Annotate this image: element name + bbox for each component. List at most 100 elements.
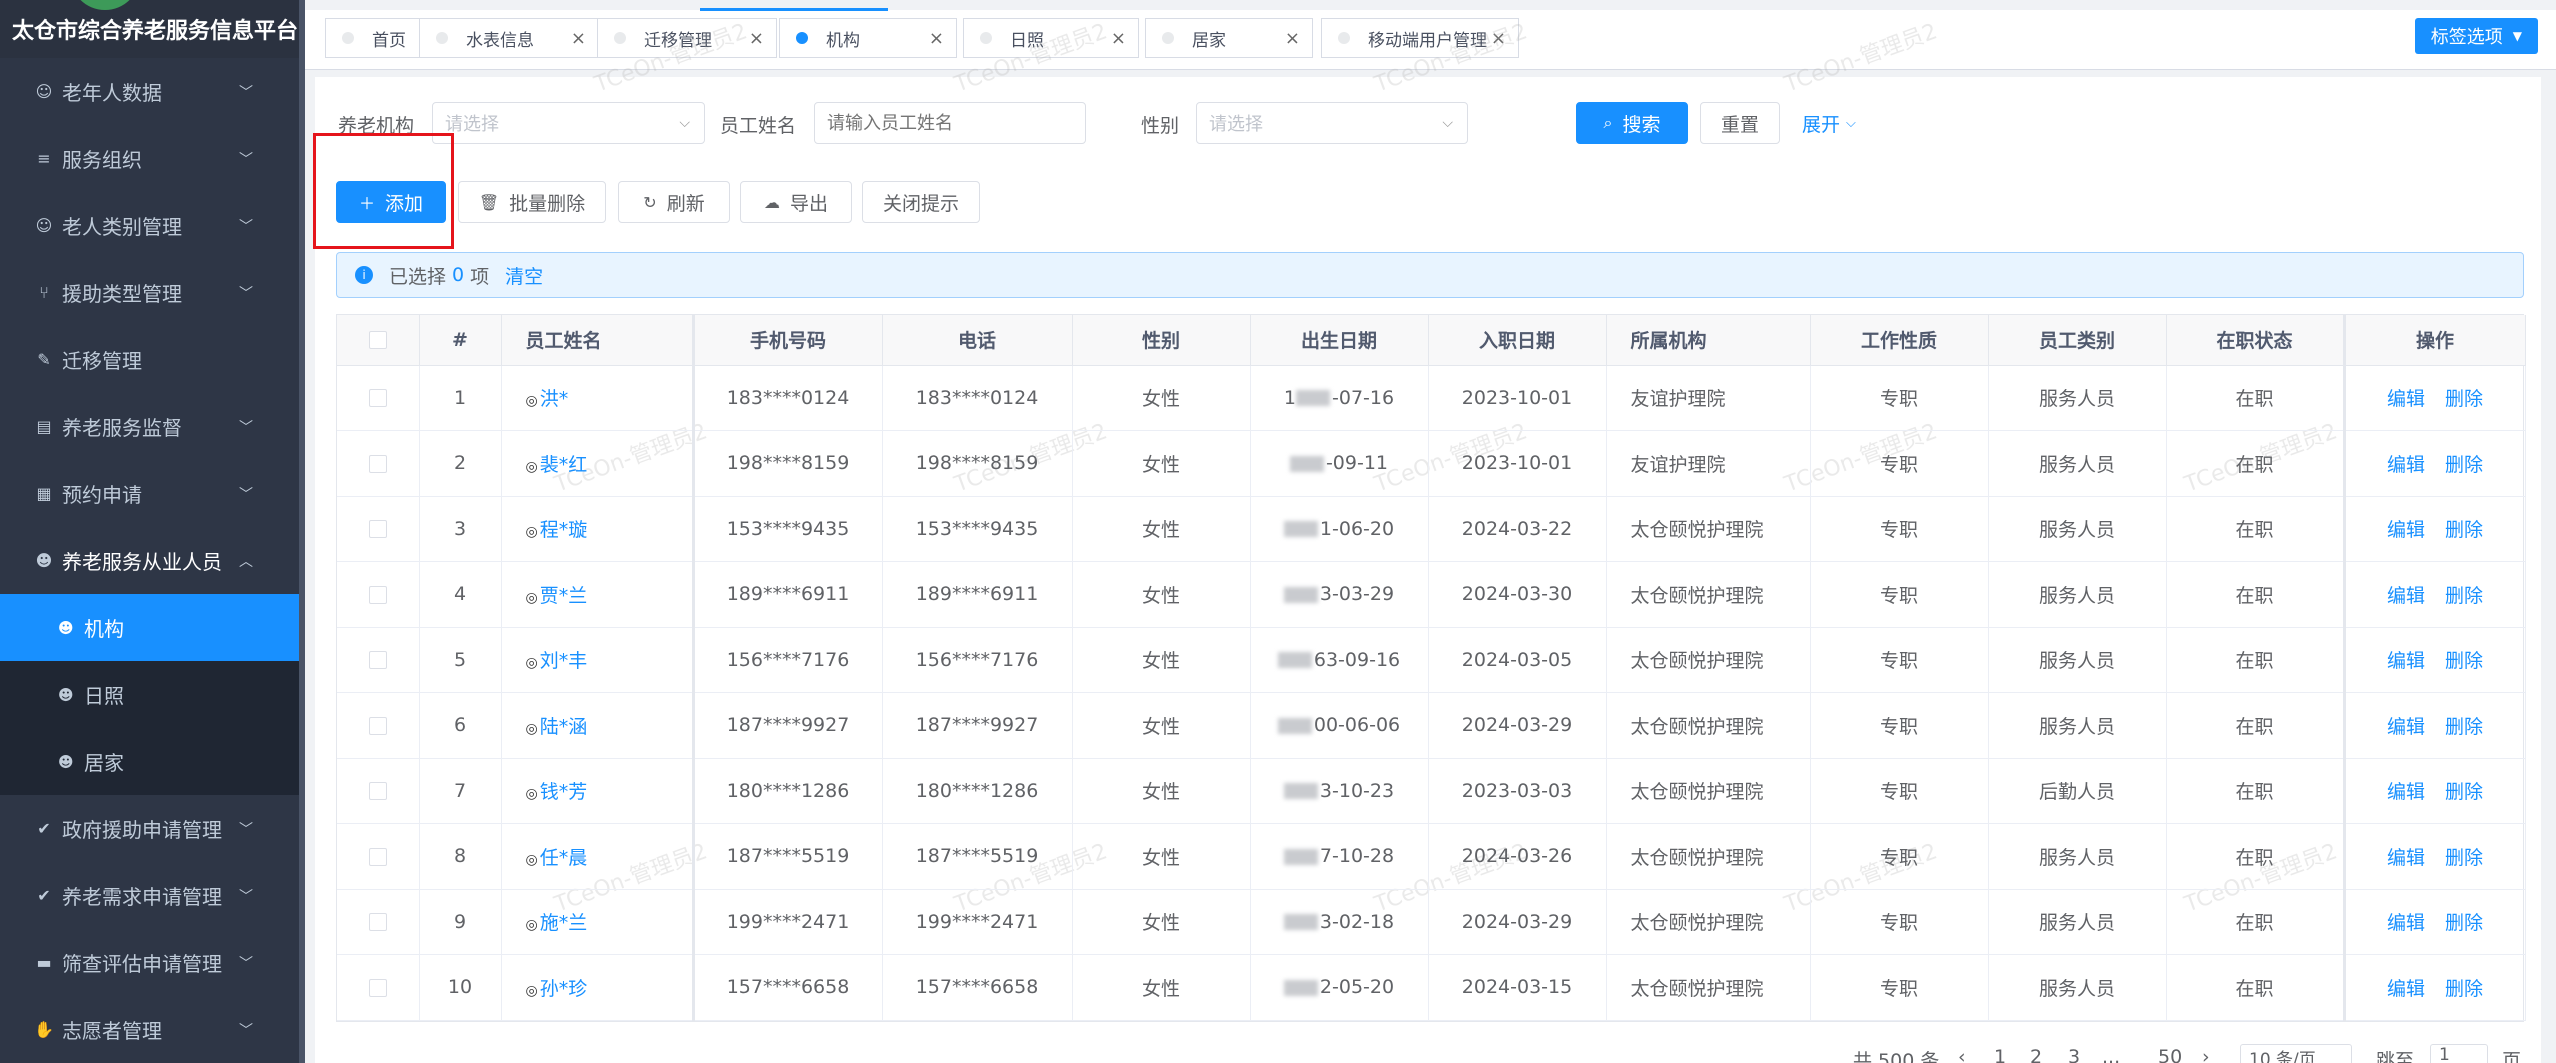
row-checkbox[interactable] [368, 913, 387, 932]
eye-off-icon[interactable]: ◎ [526, 917, 538, 933]
gender-select[interactable]: 请选择 ⌵ [1196, 102, 1468, 144]
close-icon[interactable]: × [929, 28, 944, 49]
eye-off-icon[interactable]: ◎ [526, 393, 538, 409]
sidebar-item[interactable]: ☺ 老人类别管理 ﹀ [0, 192, 299, 259]
close-icon[interactable]: × [571, 28, 586, 49]
edit-link[interactable]: 编辑 [2387, 388, 2425, 410]
eye-off-icon[interactable]: ◎ [526, 459, 538, 475]
select-all-checkbox[interactable] [368, 331, 387, 350]
delete-link[interactable]: 删除 [2445, 847, 2483, 869]
employee-name-link[interactable]: 任*晨 [540, 847, 588, 869]
tab[interactable]: 首页 [325, 18, 421, 58]
refresh-button[interactable]: ↻ 刷新 [618, 181, 730, 223]
row-checkbox[interactable] [368, 978, 387, 997]
edit-link[interactable]: 编辑 [2387, 781, 2425, 803]
pagination-page[interactable]: ... [2102, 1046, 2120, 1063]
employee-name-link[interactable]: 贾*兰 [540, 585, 588, 607]
tab[interactable]: 居家 × [1145, 18, 1313, 58]
sidebar-item[interactable]: ☺ 老年人数据 ﹀ [0, 58, 299, 125]
eye-off-icon[interactable]: ◎ [526, 655, 538, 671]
eye-off-icon[interactable]: ◎ [526, 983, 538, 999]
sidebar-item[interactable]: ☻ 养老服务从业人员 ︿ [0, 527, 299, 594]
close-icon[interactable]: × [1285, 28, 1300, 49]
batch-delete-button[interactable]: 🗑 批量删除 [458, 181, 606, 223]
delete-link[interactable]: 删除 [2445, 716, 2483, 738]
sidebar-item[interactable]: ✔ 养老需求申请管理 ﹀ [0, 862, 299, 929]
reset-button[interactable]: 重置 [1700, 102, 1780, 144]
expand-toggle[interactable]: 展开 ⌵ [1802, 102, 1882, 144]
row-checkbox[interactable] [368, 651, 387, 670]
row-checkbox[interactable] [368, 520, 387, 539]
pagination-page[interactable]: 50 [2158, 1046, 2182, 1063]
row-checkbox[interactable] [368, 847, 387, 866]
row-checkbox[interactable] [368, 585, 387, 604]
pagination-next[interactable]: › [2202, 1046, 2210, 1063]
delete-link[interactable]: 删除 [2445, 519, 2483, 541]
edit-link[interactable]: 编辑 [2387, 978, 2425, 1000]
edit-link[interactable]: 编辑 [2387, 716, 2425, 738]
sidebar-item[interactable]: ✋ 志愿者管理 ﹀ [0, 996, 299, 1063]
edit-link[interactable]: 编辑 [2387, 519, 2425, 541]
eye-off-icon[interactable]: ◎ [526, 852, 538, 868]
employee-name-link[interactable]: 洪* [540, 388, 569, 410]
pagination-prev[interactable]: ‹ [1958, 1046, 1966, 1063]
eye-off-icon[interactable]: ◎ [526, 590, 538, 606]
tag-options-button[interactable]: 标签选项 ▼ [2414, 18, 2538, 54]
employee-name-link[interactable]: 孙*珍 [540, 978, 588, 1000]
close-tip-button[interactable]: 关闭提示 [862, 181, 980, 223]
close-icon[interactable]: × [1491, 28, 1506, 49]
eye-off-icon[interactable]: ◎ [526, 524, 538, 540]
edit-link[interactable]: 编辑 [2387, 585, 2425, 607]
edit-link[interactable]: 编辑 [2387, 454, 2425, 476]
tab[interactable]: 迁移管理 × [597, 18, 777, 58]
clear-selection-link[interactable]: 清空 [505, 262, 543, 289]
eye-off-icon[interactable]: ◎ [526, 721, 538, 737]
sidebar-item[interactable]: ✔ 政府援助申请管理 ﹀ [0, 795, 299, 862]
sidebar-item[interactable]: ▦ 预约申请 ﹀ [0, 460, 299, 527]
sidebar-item[interactable]: ≡ 服务组织 ﹀ [0, 125, 299, 192]
edit-link[interactable]: 编辑 [2387, 650, 2425, 672]
delete-link[interactable]: 删除 [2445, 388, 2483, 410]
close-icon[interactable]: × [749, 28, 764, 49]
export-button[interactable]: ☁ 导出 [740, 181, 852, 223]
employee-name-link[interactable]: 钱*芳 [540, 781, 588, 803]
sidebar-subitem[interactable]: ☻ 日照 [0, 661, 299, 728]
edit-link[interactable]: 编辑 [2387, 912, 2425, 934]
sidebar-subitem[interactable]: ☻ 居家 [0, 728, 299, 795]
row-checkbox[interactable] [368, 389, 387, 408]
tab[interactable]: 机构 × [779, 18, 957, 58]
delete-link[interactable]: 删除 [2445, 454, 2483, 476]
pagination-page[interactable]: 2 [2030, 1046, 2042, 1063]
tab[interactable]: 移动端用户管理 × [1321, 18, 1519, 58]
delete-link[interactable]: 删除 [2445, 912, 2483, 934]
delete-link[interactable]: 删除 [2445, 978, 2483, 1000]
employee-name-link[interactable]: 刘*丰 [540, 650, 588, 672]
row-checkbox[interactable] [368, 782, 387, 801]
row-checkbox[interactable] [368, 454, 387, 473]
org-select[interactable]: 请选择 ⌵ [432, 102, 705, 144]
search-button[interactable]: ⌕ 搜索 [1576, 102, 1688, 144]
employee-name-link[interactable]: 裴*红 [540, 454, 588, 476]
sidebar-item[interactable]: ▬ 筛查评估申请管理 ﹀ [0, 929, 299, 996]
edit-link[interactable]: 编辑 [2387, 847, 2425, 869]
delete-link[interactable]: 删除 [2445, 585, 2483, 607]
pagination-page[interactable]: 3 [2068, 1046, 2080, 1063]
employee-name-link[interactable]: 程*璇 [540, 519, 588, 541]
sidebar-subitem[interactable]: ☻ 机构 [0, 594, 299, 661]
delete-link[interactable]: 删除 [2445, 650, 2483, 672]
tab[interactable]: 水表信息 × [419, 18, 599, 58]
employee-name-link[interactable]: 陆*涵 [540, 716, 588, 738]
goto-page-input[interactable]: 1 [2430, 1044, 2488, 1063]
sidebar-item[interactable]: ✎ 迁移管理 [0, 326, 299, 393]
employee-name-link[interactable]: 施*兰 [540, 912, 588, 934]
tab[interactable]: 日照 × [963, 18, 1139, 58]
sidebar-item[interactable]: ⑂ 援助类型管理 ﹀ [0, 259, 299, 326]
pagination-page[interactable]: 1 [1994, 1046, 2006, 1063]
eye-off-icon[interactable]: ◎ [526, 786, 538, 802]
close-icon[interactable]: × [1111, 28, 1126, 49]
employee-name-input[interactable] [814, 102, 1086, 144]
row-checkbox[interactable] [368, 716, 387, 735]
delete-link[interactable]: 删除 [2445, 781, 2483, 803]
page-size-select[interactable]: 10 条/页 [2240, 1044, 2352, 1063]
sidebar-item[interactable]: ▤ 养老服务监督 ﹀ [0, 393, 299, 460]
